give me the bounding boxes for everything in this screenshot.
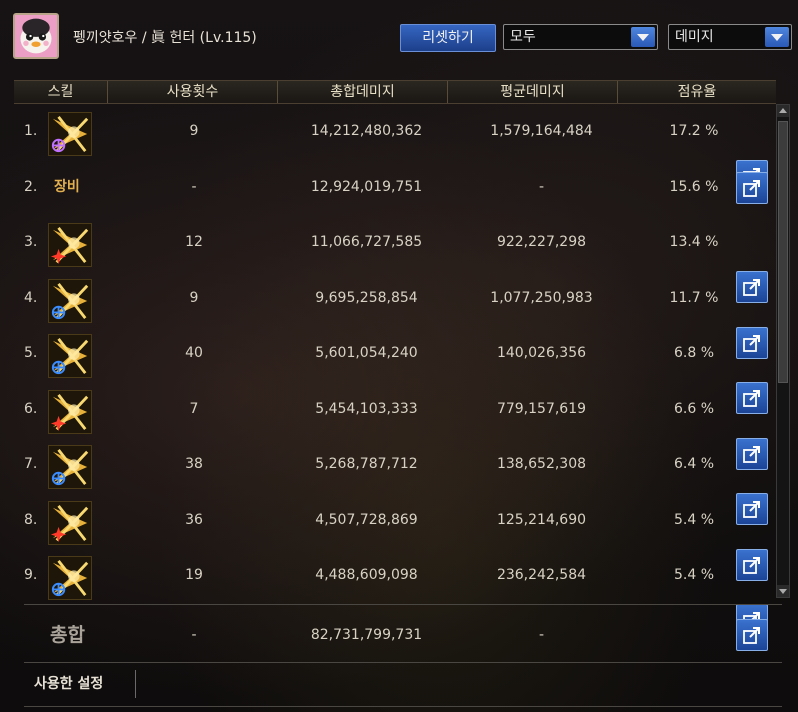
column-header-avg[interactable]: 평균데미지 <box>448 81 618 103</box>
column-header-skill[interactable]: 스킬 <box>14 81 108 103</box>
divider <box>24 662 782 663</box>
character-avatar <box>13 13 59 59</box>
table-row: 6. 7 5,454,103,333 779,157,619 6.6 % <box>24 382 772 470</box>
damage-share: 6.8 % <box>673 345 715 361</box>
total-damage: 5,268,787,712 <box>315 456 418 472</box>
use-count: 40 <box>185 345 203 361</box>
type-dropdown[interactable]: 데미지 <box>668 24 792 50</box>
damage-share: 13.4 % <box>669 234 719 250</box>
scroll-up-icon[interactable] <box>777 105 789 117</box>
type-dropdown-value: 데미지 <box>675 29 714 45</box>
row-index: 7. <box>24 456 38 472</box>
use-count: 38 <box>185 456 203 472</box>
divider <box>24 706 782 707</box>
damage-share: 6.6 % <box>673 400 715 417</box>
row-index: 2. <box>24 178 38 195</box>
scrollbar[interactable] <box>776 104 790 598</box>
reset-button[interactable]: 리셋하기 <box>400 24 496 52</box>
share-icon <box>743 627 760 644</box>
skill-icon-red-burst <box>48 500 92 545</box>
row-index: 4. <box>24 289 38 306</box>
total-damage: 5,601,054,240 <box>315 345 418 361</box>
avg-damage: 1,579,164,484 <box>490 123 593 139</box>
table-row: 7. 38 5,268,787,712 138,652,308 6.4 % <box>24 437 772 525</box>
skill-icon-blue-crosshair <box>48 278 92 323</box>
damage-share: 17.2 % <box>669 123 719 139</box>
avg-damage: 922,227,298 <box>496 234 587 250</box>
skill-icon-blue-crosshair <box>48 445 92 489</box>
avg-damage: 779,157,619 <box>496 400 587 417</box>
damage-share: 5.4 % <box>673 511 715 528</box>
column-header-count[interactable]: 사용횟수 <box>108 81 278 103</box>
damage-table: 1. 9 14,212,480,362 1,579,164,484 17.2 % 2. 장비… <box>24 104 772 636</box>
avg-damage: 125,214,690 <box>496 511 587 528</box>
use-count: 9 <box>189 123 199 139</box>
total-damage: 4,507,728,869 <box>315 511 418 528</box>
total-avg: - <box>538 627 545 643</box>
total-damage: 11,066,727,585 <box>310 234 423 250</box>
share-button[interactable] <box>736 171 768 204</box>
character-name: 펭끼얏호우 / 眞 헌터 (Lv.115) <box>73 30 257 46</box>
header: 펭끼얏호우 / 眞 헌터 (Lv.115) 리셋하기 모두 데미지 <box>0 0 798 78</box>
skill-icon-red-burst <box>48 389 92 434</box>
table-row: 5. 40 5,601,054,240 140,026,356 6.8 % <box>24 326 772 414</box>
use-count: 36 <box>185 511 203 528</box>
total-damage: 4,488,609,098 <box>315 567 418 583</box>
avg-damage: 140,026,356 <box>496 345 587 361</box>
use-count: 9 <box>189 289 199 306</box>
damage-share: 6.4 % <box>673 456 715 472</box>
avg-damage: - <box>538 178 545 195</box>
skill-icon-blue-crosshair <box>48 556 92 600</box>
use-count: 12 <box>185 234 203 250</box>
skill-icon-purple-rune <box>48 112 92 156</box>
use-count: 19 <box>185 567 203 583</box>
settings-separator <box>135 670 136 698</box>
settings-section: 사용한 설정 <box>24 664 782 704</box>
settings-label[interactable]: 사용한 설정 <box>34 664 103 704</box>
table-row: 9. 19 4,488,609,098 236,242,584 5.4 % <box>24 548 772 636</box>
total-count: - <box>191 627 197 643</box>
table-row: 2. 장비 - 12,924,019,751 - 15.6 % <box>24 160 772 216</box>
row-index: 8. <box>24 511 38 528</box>
table-row: 8. 36 4,507,728,869 125,214,690 5.4 % <box>24 493 772 581</box>
table-row: 1. 9 14,212,480,362 1,579,164,484 17.2 % <box>24 104 772 192</box>
use-count: 7 <box>189 400 199 417</box>
filter-dropdown-value: 모두 <box>510 29 536 45</box>
avg-damage: 1,077,250,983 <box>490 289 593 306</box>
row-index: 5. <box>24 345 38 361</box>
total-label: 총합 <box>50 624 85 646</box>
total-damage: 12,924,019,751 <box>310 178 423 195</box>
scroll-down-icon[interactable] <box>777 585 789 597</box>
skill-icon-red-burst <box>48 223 92 267</box>
table-row: 3. 12 11,066,727,585 922,227,298 13.4 % <box>24 215 772 303</box>
damage-share: 11.7 % <box>669 289 719 306</box>
column-header-share[interactable]: 점유율 <box>618 81 776 103</box>
row-index: 6. <box>24 400 38 417</box>
table-header: 스킬 사용횟수 총합데미지 평균데미지 점유율 <box>14 80 776 104</box>
use-count: - <box>191 178 197 195</box>
filter-dropdown[interactable]: 모두 <box>503 24 658 50</box>
skill-icon-blue-crosshair <box>48 334 92 378</box>
row-index: 3. <box>24 234 38 250</box>
total-damage: 14,212,480,362 <box>310 123 423 139</box>
chevron-down-icon[interactable] <box>765 27 789 47</box>
table-row: 4. 9 9,695,258,854 1,077,250,983 11.7 % <box>24 271 772 359</box>
damage-share: 15.6 % <box>669 178 719 195</box>
avg-damage: 138,652,308 <box>496 456 587 472</box>
avg-damage: 236,242,584 <box>496 567 587 583</box>
divider <box>24 604 782 605</box>
total-damage: 9,695,258,854 <box>315 289 418 306</box>
row-index: 9. <box>24 567 38 583</box>
share-icon <box>743 179 760 197</box>
row-index: 1. <box>24 123 38 139</box>
total-share-button[interactable] <box>736 619 768 651</box>
scroll-thumb[interactable] <box>778 121 788 383</box>
total-row: 총합 - 82,731,799,731 - <box>24 608 782 662</box>
chevron-down-icon[interactable] <box>631 27 655 47</box>
skill-name: 장비 <box>54 178 80 195</box>
total-damage: 5,454,103,333 <box>315 400 418 417</box>
damage-share: 5.4 % <box>673 567 715 583</box>
column-header-total[interactable]: 총합데미지 <box>278 81 448 103</box>
total-damage: 82,731,799,731 <box>310 627 423 643</box>
